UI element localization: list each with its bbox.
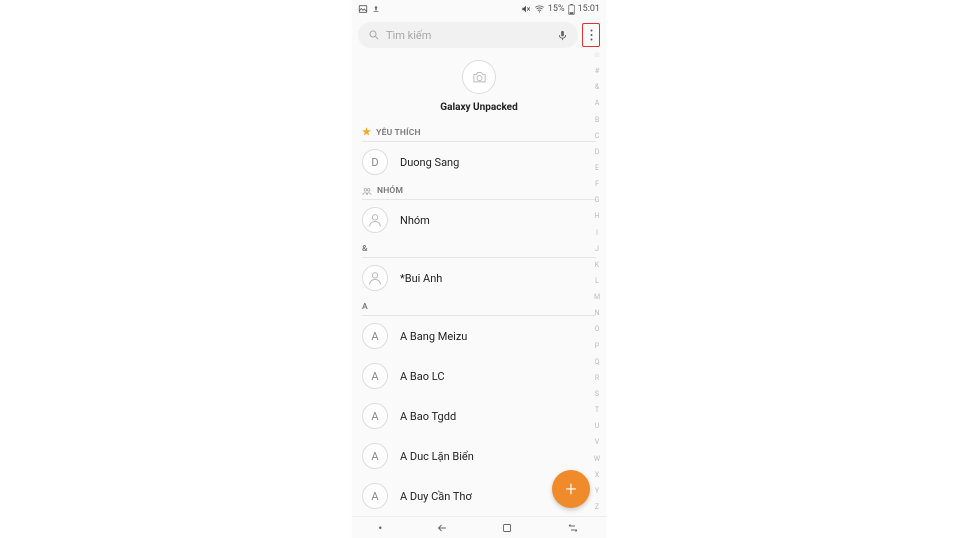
section-a: A: [362, 298, 596, 316]
alpha-index-letter[interactable]: P: [595, 343, 599, 351]
contact-avatar: A: [362, 483, 388, 509]
nav-dot[interactable]: •: [378, 521, 382, 535]
alpha-index-letter[interactable]: F: [595, 181, 599, 189]
contact-avatar: A: [362, 403, 388, 429]
alpha-index-letter[interactable]: E: [595, 165, 599, 173]
more-vertical-icon: [590, 28, 593, 42]
wifi-icon: [534, 4, 545, 14]
alpha-index-letter[interactable]: H: [595, 213, 600, 221]
search-row: Tìm kiếm: [352, 18, 606, 54]
section-favorites: ★ YÊU THÍCH: [362, 123, 596, 142]
contact-name: A Bao LC: [400, 370, 444, 383]
nav-recents-button[interactable]: [566, 522, 580, 534]
camera-icon: [472, 71, 487, 84]
alpha-index-letter[interactable]: O: [595, 326, 600, 334]
contact-row[interactable]: A A Bao LC: [362, 356, 596, 396]
star-icon: ★: [362, 127, 371, 138]
contact-name: Duong Sang: [400, 156, 459, 169]
alpha-index-letter[interactable]: L: [595, 278, 599, 286]
contact-avatar: D: [362, 149, 388, 175]
alpha-index-letter[interactable]: R: [595, 375, 599, 383]
section-groups: NHÓM: [362, 182, 596, 200]
alpha-index-letter[interactable]: Q: [595, 359, 600, 367]
nav-home-button[interactable]: [501, 522, 513, 534]
person-icon: [367, 212, 383, 228]
alpha-index-letter[interactable]: T: [595, 407, 599, 415]
contact-name: A Bao Tgdd: [400, 410, 456, 423]
alpha-index-letter[interactable]: #: [595, 68, 599, 76]
contact-row[interactable]: *Bui Anh: [362, 258, 596, 298]
contact-row[interactable]: Nhóm: [362, 200, 596, 240]
alpha-index-letter[interactable]: W: [594, 456, 600, 464]
contact-name: Nhóm: [400, 214, 430, 227]
clock: 15:01: [578, 4, 600, 14]
profile-title: Galaxy Unpacked: [440, 102, 517, 113]
add-contact-fab[interactable]: +: [552, 470, 590, 508]
contacts-list[interactable]: ★ YÊU THÍCH D Duong Sang NHÓM Nhóm & *Bu…: [352, 123, 606, 525]
my-profile[interactable]: Galaxy Unpacked: [352, 54, 606, 123]
plus-icon: +: [565, 477, 576, 501]
alpha-index-letter[interactable]: V: [595, 439, 599, 447]
contact-avatar: A: [362, 363, 388, 389]
alpha-index-letter[interactable]: D: [595, 149, 600, 157]
contact-row[interactable]: A A Bang Meizu: [362, 316, 596, 356]
contact-avatar: [362, 207, 388, 233]
group-icon: [362, 187, 372, 196]
alpha-index-letter[interactable]: K: [595, 262, 599, 270]
alpha-index-letter[interactable]: U: [595, 423, 600, 431]
section-a-label: A: [362, 302, 368, 312]
contact-row[interactable]: A A Duc Lặn Biển: [362, 436, 596, 476]
alpha-index-letter[interactable]: B: [595, 117, 599, 125]
nav-back-button[interactable]: [435, 522, 449, 534]
alpha-index-letter[interactable]: X: [595, 472, 599, 480]
status-bar: 15% 15:01: [352, 0, 606, 18]
alpha-index-letter[interactable]: S: [595, 391, 599, 399]
contact-avatar: A: [362, 443, 388, 469]
person-icon: [367, 270, 383, 286]
alpha-index-letter[interactable]: N: [595, 310, 600, 318]
battery-percent: 15%: [548, 4, 565, 14]
alpha-index[interactable]: ☆ # & A BCDEFGH IJKLMNO PQRSTUV WXYZ: [591, 52, 603, 512]
alpha-index-letter[interactable]: G: [595, 197, 600, 205]
more-options-button[interactable]: [582, 23, 600, 47]
section-amp-label: &: [362, 244, 368, 254]
alpha-index-letter[interactable]: ☆: [594, 52, 600, 60]
section-amp: &: [362, 240, 596, 258]
battery-icon: [568, 4, 575, 15]
upload-icon: [372, 4, 380, 14]
contact-name: *Bui Anh: [400, 272, 442, 285]
alpha-index-letter[interactable]: Y: [595, 488, 599, 496]
section-groups-label: NHÓM: [377, 186, 403, 196]
search-placeholder: Tìm kiếm: [386, 29, 431, 42]
alpha-index-letter[interactable]: &: [595, 84, 599, 92]
contact-row[interactable]: A A Bao Tgdd: [362, 396, 596, 436]
image-icon: [358, 4, 368, 14]
alpha-index-letter[interactable]: I: [596, 230, 598, 238]
contact-name: A Duc Lặn Biển: [400, 450, 474, 463]
section-favorites-label: YÊU THÍCH: [376, 128, 421, 138]
alpha-index-letter[interactable]: A: [595, 100, 600, 108]
contact-row[interactable]: D Duong Sang: [362, 142, 596, 182]
alpha-index-letter[interactable]: M: [594, 294, 600, 302]
contact-name: A Duy Cần Thơ: [400, 490, 472, 503]
alpha-index-letter[interactable]: Z: [595, 504, 599, 512]
alpha-index-letter[interactable]: C: [595, 133, 600, 141]
mute-icon: [521, 4, 531, 14]
phone-frame: 15% 15:01 Tìm kiếm Galaxy Unpacked ★ YÊU…: [352, 0, 606, 538]
contact-avatar: A: [362, 323, 388, 349]
contact-name: A Bang Meizu: [400, 330, 467, 343]
contact-avatar: [362, 265, 388, 291]
alpha-index-letter[interactable]: J: [595, 246, 599, 254]
search-icon: [368, 29, 380, 41]
android-nav-bar: •: [352, 516, 606, 538]
profile-avatar[interactable]: [462, 60, 496, 94]
search-input[interactable]: Tìm kiếm: [358, 22, 578, 48]
mic-icon[interactable]: [557, 29, 568, 42]
